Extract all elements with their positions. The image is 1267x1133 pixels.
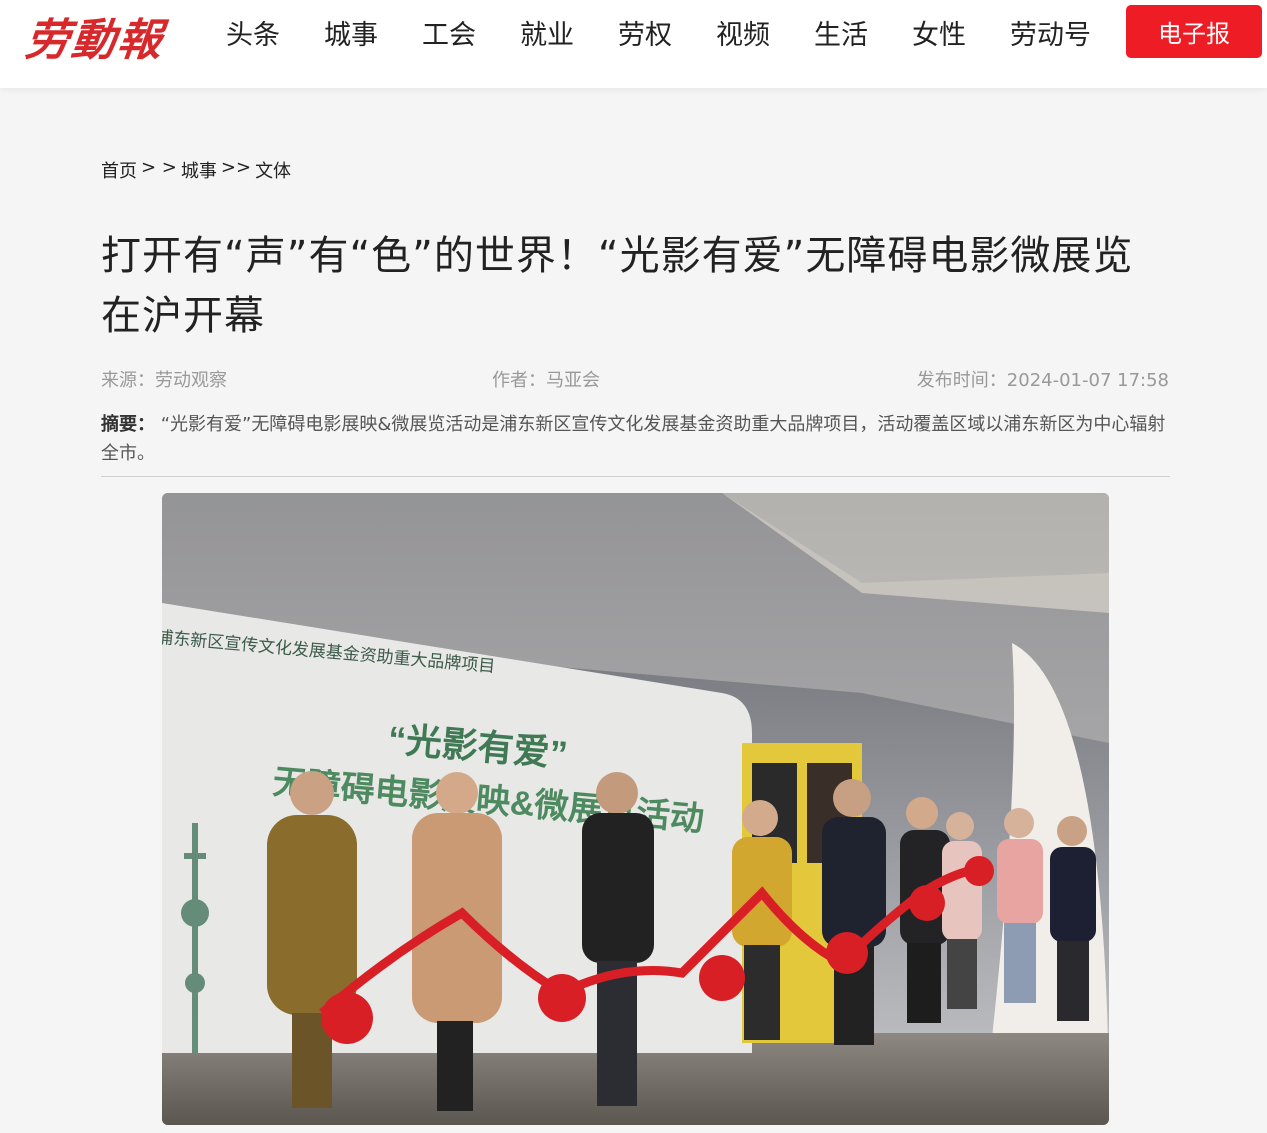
breadcrumb-separator: > > — [141, 157, 177, 178]
divider — [101, 476, 1170, 477]
site-logo[interactable]: 劳動報 — [23, 4, 168, 68]
breadcrumb-subsection-link[interactable]: 文体 — [255, 157, 291, 183]
article-publish-time: 发布时间：2024-01-07 17:58 — [916, 370, 1169, 391]
article-source: 来源：劳动观察 — [101, 370, 227, 391]
ribbon-cutting-photo: 浦东新区宣传文化发展基金资助重大品牌项目 “光影有爱” 无障碍电影展映&微展览活… — [162, 493, 1109, 1125]
summary-label: 摘要： — [101, 414, 155, 435]
article-author: 作者：马亚会 — [492, 370, 600, 391]
nav-item-women[interactable]: 女性 — [912, 13, 966, 52]
nav-item-labor-rights[interactable]: 劳权 — [618, 13, 672, 52]
nav-item-headlines[interactable]: 头条 — [226, 13, 280, 52]
article-title: 打开有“声”有“色”的世界！“光影有爱”无障碍电影微展览在沪开幕 — [101, 233, 1134, 339]
nav-item-labor-account[interactable]: 劳动号 — [1010, 13, 1091, 52]
nav-item-life[interactable]: 生活 — [814, 13, 868, 52]
epaper-button[interactable]: 电子报 — [1126, 5, 1262, 58]
breadcrumb-home-link[interactable]: 首页 — [101, 157, 137, 183]
top-navigation-bar: 劳動報 头条 城事 工会 就业 劳权 视频 生活 女性 劳动号 电子报 — [0, 0, 1267, 88]
breadcrumb-separator: >> — [220, 157, 252, 178]
summary-text: “光影有爱”无障碍电影展映&微展览活动是浦东新区宣传文化发展基金资助重大品牌项目… — [101, 414, 1166, 464]
breadcrumb: 首页 > > 城事 >> 文体 — [101, 157, 291, 183]
main-nav: 头条 城事 工会 就业 劳权 视频 生活 女性 劳动号 — [226, 0, 1135, 64]
nav-item-city[interactable]: 城事 — [324, 13, 378, 52]
breadcrumb-section-link[interactable]: 城事 — [181, 157, 217, 183]
nav-item-video[interactable]: 视频 — [716, 13, 770, 52]
article-photo: 浦东新区宣传文化发展基金资助重大品牌项目 “光影有爱” 无障碍电影展映&微展览活… — [162, 493, 1109, 1125]
nav-item-employment[interactable]: 就业 — [520, 13, 574, 52]
nav-item-union[interactable]: 工会 — [422, 13, 476, 52]
article-summary: 摘要： “光影有爱”无障碍电影展映&微展览活动是浦东新区宣传文化发展基金资助重大… — [101, 410, 1171, 468]
